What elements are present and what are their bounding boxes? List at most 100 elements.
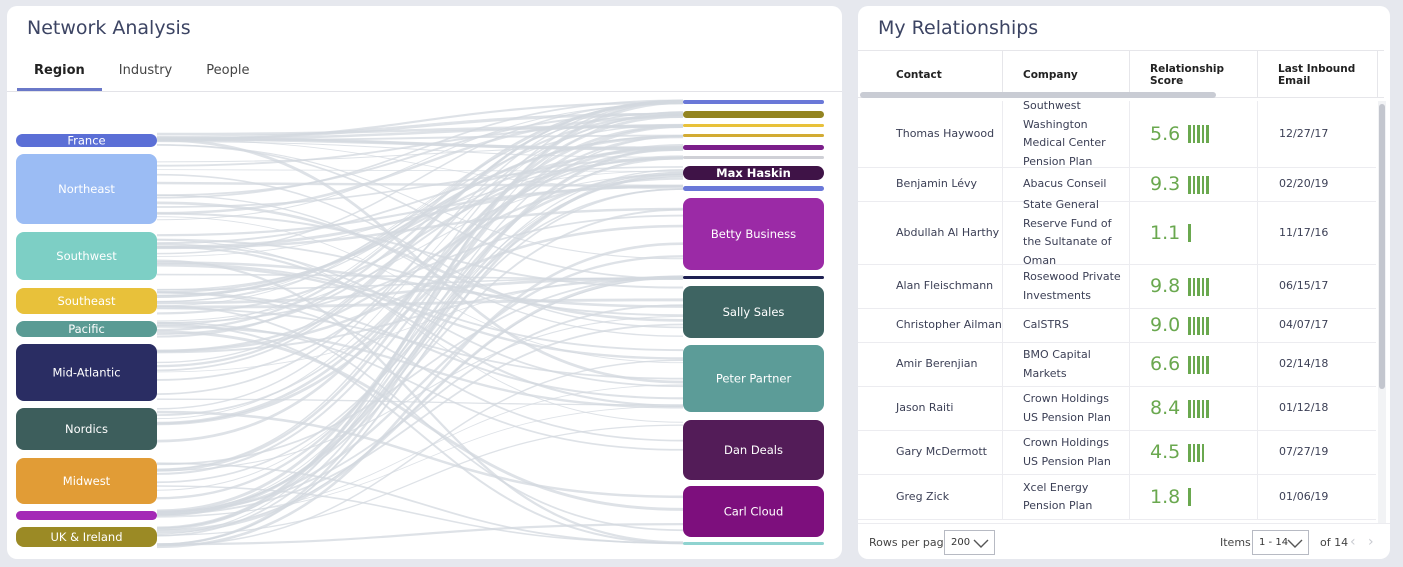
score-bar [1197,277,1200,296]
horizontal-scrollbar[interactable] [860,92,1216,98]
table-row[interactable]: Gary McDermott Crown Holdings US Pension … [858,431,1376,475]
score-bar [1188,277,1191,296]
person-node-peter-partner-label: Peter Partner [716,372,792,386]
person-node-max-haskin-label: Max Haskin [716,166,791,180]
score-bars-icon [1188,277,1209,296]
my-relationships-panel: My Relationships Contact Company Relatio… [858,6,1390,559]
person-node-unlabeled-4[interactable] [683,145,824,150]
score-bar [1201,277,1205,296]
contact-name: Abdullah Al Harthy [858,202,1003,264]
table-row[interactable]: Abdullah Al Harthy State General Reserve … [858,198,1376,267]
table-row[interactable]: Greg Zick Xcel Energy Pension Plan 1.8 01/0… [858,475,1376,520]
score-bar [1192,355,1196,374]
score-bar [1201,175,1205,194]
network-analysis-panel: France Northeast Southwest Southeast Pacific… [7,6,842,559]
column-header-relationship-score[interactable]: Relationship Score [1130,51,1258,98]
contact-name: Jason Raiti [858,387,1003,430]
region-node-midwest-label: Midwest [63,474,111,488]
sankey-flow-link [156,359,684,547]
rows-per-page-value: 200 [951,537,971,548]
contact-name: Alan Fleischmann [858,265,1003,308]
table-footer: Rows per page 200 Items 1 - 14 of 14 ‹ › [858,523,1390,559]
score-bar [1192,277,1196,296]
panel-title: My Relationships [878,17,1039,39]
region-node-northeast-label: Northeast [58,182,115,196]
region-node-unlabeled-8[interactable] [16,511,157,520]
relationship-score-cell: 9.0 [1130,309,1258,342]
table-row[interactable]: Jason Raiti Crown Holdings US Pension Pla… [858,387,1376,431]
score-bar [1206,316,1209,335]
tab-people[interactable]: People [189,58,266,91]
last-inbound-email-date: 04/07/17 [1279,318,1329,332]
region-node-france-label: France [67,134,105,148]
items-range-select[interactable]: 1 - 14 [1252,530,1309,555]
chevron-left-icon[interactable]: ‹ [1350,534,1356,550]
score-bar [1188,316,1191,335]
score-bar [1188,125,1191,143]
last-inbound-email-date: 11/17/16 [1279,225,1329,239]
score-bar [1188,355,1191,374]
score-bars-icon [1188,488,1191,506]
sankey-flow-link [156,410,684,499]
table-row[interactable]: Amir Berenjian BMO Capital Markets 6.6 02/1… [858,343,1376,387]
score-bars-icon [1188,175,1209,194]
contact-name: Thomas Haywood [858,101,1003,167]
relationship-score-value: 9.8 [1150,275,1181,298]
score-bar [1201,443,1205,462]
relationship-score-value: 8.4 [1150,397,1181,420]
score-bar [1206,125,1209,143]
column-header-company[interactable]: Company [1003,51,1130,98]
table-row[interactable]: Christopher Ailman CalSTRS 9.0 04/07/17 [858,309,1376,343]
score-bar [1188,399,1191,418]
tab-industry[interactable]: Industry [102,58,189,91]
person-node-betty-business-label: Betty Business [711,227,796,241]
last-inbound-email-date: 02/14/18 [1279,357,1329,371]
relationship-score-cell: 1.1 [1130,202,1258,264]
items-total: of 14 [1320,536,1349,549]
items-range-value: 1 - 14 [1259,537,1289,548]
table-body: Thomas Haywood Southwest Washington Medic… [858,101,1376,523]
person-node-unlabeled-2[interactable] [683,124,824,127]
tab-region[interactable]: Region [17,58,102,91]
person-node-unlabeled-9[interactable] [683,276,824,279]
column-header-last-inbound-email[interactable]: Last Inbound Email [1258,51,1378,98]
score-bars-icon [1188,224,1191,242]
table-row[interactable]: Thomas Haywood Southwest Washington Medic… [858,101,1376,168]
rows-per-page-select[interactable]: 200 [944,530,995,555]
relationship-score-cell: 9.3 [1130,168,1258,201]
items-label: Items [1220,536,1251,549]
person-node-unlabeled-7[interactable] [683,186,824,191]
company-name: Crown Holdings US Pension Plan [1003,387,1130,430]
contact-name: Gary McDermott [858,431,1003,474]
vertical-scrollbar[interactable] [1379,104,1385,389]
region-node-nordics-label: Nordics [65,422,108,436]
company-name: Rosewood Private Investments [1003,265,1130,308]
last-inbound-email-date: 12/27/17 [1279,126,1329,140]
column-header-contact[interactable]: Contact [858,51,1003,98]
last-inbound-email-date: 07/27/19 [1279,445,1329,459]
score-bar [1201,355,1205,374]
relationship-score-cell: 8.4 [1130,387,1258,430]
relationship-score-value: 9.3 [1150,173,1181,196]
company-name: CalSTRS [1003,309,1130,342]
person-node-unlabeled-0[interactable] [683,100,824,104]
score-bar [1197,399,1200,418]
tab-bar: Region Industry People [17,58,266,91]
score-bar [1206,175,1209,194]
score-bar [1188,224,1191,242]
table-row[interactable]: Alan Fleischmann Rosewood Private Investm… [858,265,1376,309]
score-bar [1197,316,1200,335]
relationship-score-value: 4.5 [1150,441,1181,464]
contact-name: Greg Zick [858,475,1003,519]
person-node-unlabeled-3[interactable] [683,134,824,137]
person-node-unlabeled-1[interactable] [683,111,824,118]
person-node-unlabeled-5[interactable] [683,156,824,159]
score-bar [1192,399,1196,418]
person-node-unlabeled-14[interactable] [683,542,824,545]
last-inbound-email-date: 01/12/18 [1279,401,1329,415]
company-name: Crown Holdings US Pension Plan [1003,431,1130,474]
region-node-southwest-label: Southwest [56,249,117,263]
company-name: BMO Capital Markets [1003,343,1130,386]
relationship-score-value: 5.6 [1150,122,1181,145]
chevron-right-icon[interactable]: › [1368,534,1374,550]
